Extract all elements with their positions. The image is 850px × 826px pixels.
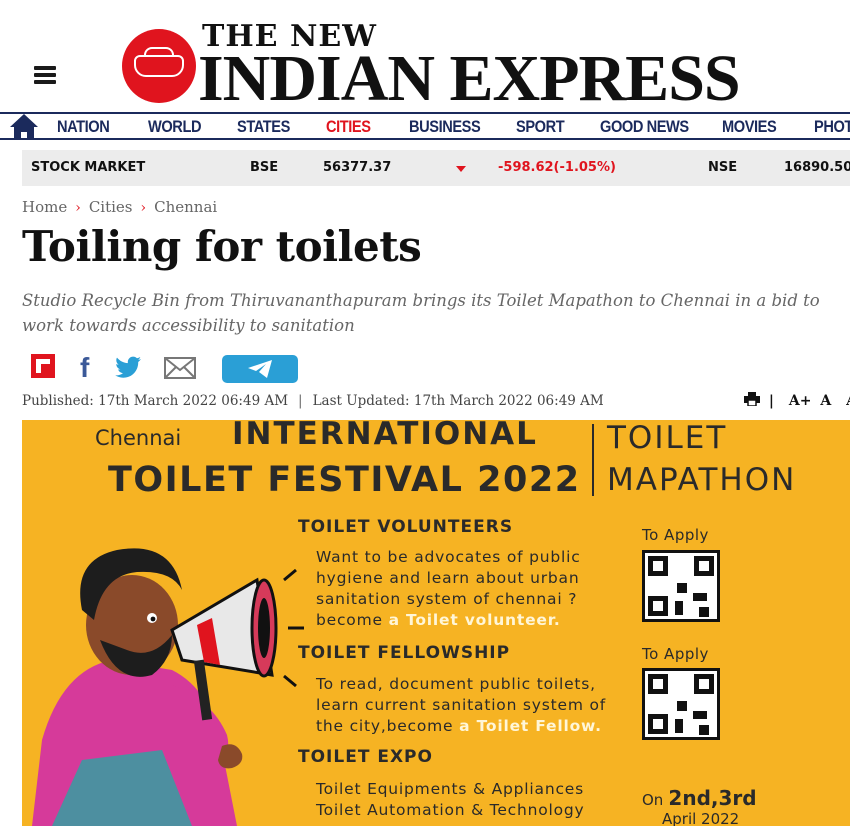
updated-date: Last Updated: 17th March 2022 06:49 AM — [312, 393, 604, 409]
poster-sec1-title: TOILET VOLUNTEERS — [298, 517, 514, 537]
nav-item-cities[interactable]: CITIES — [326, 117, 371, 137]
tools-separator: | — [768, 393, 774, 409]
meta-separator: | — [298, 393, 303, 409]
article-tools: | A+ A A- — [744, 392, 850, 409]
bse-value: 56377.37 — [323, 160, 392, 175]
down-arrow-icon — [456, 166, 466, 172]
nav-item-good-news[interactable]: GOOD NEWS — [600, 117, 689, 137]
twitter-icon[interactable] — [114, 356, 142, 380]
megaphone-man-illustration — [32, 548, 304, 826]
poster-sec3-line: Toilet Equipments & Appliances — [316, 780, 584, 798]
font-decrease-button[interactable]: A- — [846, 393, 850, 409]
chevron-right-icon: › — [140, 200, 147, 216]
telegram-icon[interactable] — [222, 355, 298, 383]
published-date: Published: 17th March 2022 06:49 AM — [22, 393, 289, 409]
nav-item-movies[interactable]: MOVIES — [722, 117, 777, 137]
poster-sec1-line: hygiene and learn about urban — [316, 569, 580, 587]
poster-apply-1: To Apply — [642, 526, 709, 544]
poster-sec3-title: TOILET EXPO — [298, 747, 433, 767]
nse-value: 16890.50 — [784, 160, 850, 175]
article-meta: Published: 17th March 2022 06:49 AM | Last… — [22, 393, 604, 409]
poster-sec2-line: learn current sanitation system of — [316, 696, 607, 714]
poster-chennai: Chennai — [95, 426, 182, 450]
poster-divider — [592, 424, 594, 496]
flipboard-icon[interactable] — [31, 354, 55, 378]
logo-emblem-icon[interactable] — [122, 29, 196, 103]
poster-toilet: TOILET — [607, 420, 728, 456]
breadcrumb-chennai[interactable]: Chennai — [154, 198, 217, 216]
bse-change: -598.62(-1.05%) — [498, 160, 616, 175]
poster-date-month: April 2022 — [662, 810, 740, 826]
poster-sec2-title: TOILET FELLOWSHIP — [298, 643, 511, 663]
nav-item-sport[interactable]: SPORT — [516, 117, 565, 137]
stock-market-label[interactable]: STOCK MARKET — [31, 160, 145, 175]
poster-sec1-line: sanitation system of chennai ? — [316, 590, 578, 608]
print-icon[interactable] — [744, 392, 760, 407]
home-icon[interactable] — [8, 112, 40, 142]
facebook-icon[interactable]: f — [80, 352, 89, 384]
menu-icon[interactable] — [34, 66, 56, 84]
breadcrumb-cities[interactable]: Cities — [89, 198, 133, 216]
stock-ticker: STOCK MARKET BSE 56377.37 -598.62(-1.05%… — [22, 150, 850, 186]
poster-date: On 2nd,3rd — [642, 786, 757, 810]
article-subtitle: Studio Recycle Bin from Thiruvananthapur… — [22, 291, 820, 335]
font-increase-button[interactable]: A+ — [789, 393, 812, 409]
bse-label: BSE — [250, 160, 279, 175]
qr-code-icon — [642, 668, 720, 740]
qr-code-icon — [642, 550, 720, 622]
poster-sec1-line: become a Toilet volunteer. — [316, 611, 561, 629]
nav-item-states[interactable]: STATES — [237, 117, 290, 137]
poster-festival: TOILET FESTIVAL 2022 — [108, 460, 581, 500]
chevron-right-icon: › — [75, 200, 81, 216]
nav-item-photos[interactable]: PHOTOS — [814, 117, 850, 137]
font-reset-button[interactable]: A — [820, 393, 831, 409]
breadcrumb: Home › Cities › Chennai — [22, 198, 217, 216]
poster-sec1-line: Want to be advocates of public — [316, 548, 581, 566]
nav-item-world[interactable]: WORLD — [148, 117, 202, 137]
article-image: Chennai INTERNATIONAL TOILET FESTIVAL 20… — [22, 420, 850, 826]
article-title: Toiling for toilets — [22, 222, 422, 271]
nav-item-business[interactable]: BUSINESS — [409, 117, 481, 137]
nse-label: NSE — [708, 160, 738, 175]
poster-sec3-line: Toilet Automation & Technology — [316, 801, 585, 819]
mail-icon[interactable] — [164, 357, 196, 379]
nav-item-nation[interactable]: NATION — [57, 117, 110, 137]
poster-international: INTERNATIONAL — [232, 420, 538, 452]
poster-apply-2: To Apply — [642, 645, 709, 663]
logo-main-text[interactable]: INDIAN EXPRESS — [198, 46, 741, 112]
main-nav: NATION WORLD STATES CITIES BUSINESS SPOR… — [0, 112, 850, 140]
poster-mapathon: MAPATHON — [607, 462, 797, 498]
poster-sec2-line: the city,become a Toilet Fellow. — [316, 717, 602, 735]
breadcrumb-home[interactable]: Home — [22, 198, 67, 216]
poster-sec2-line: To read, document public toilets, — [316, 675, 596, 693]
